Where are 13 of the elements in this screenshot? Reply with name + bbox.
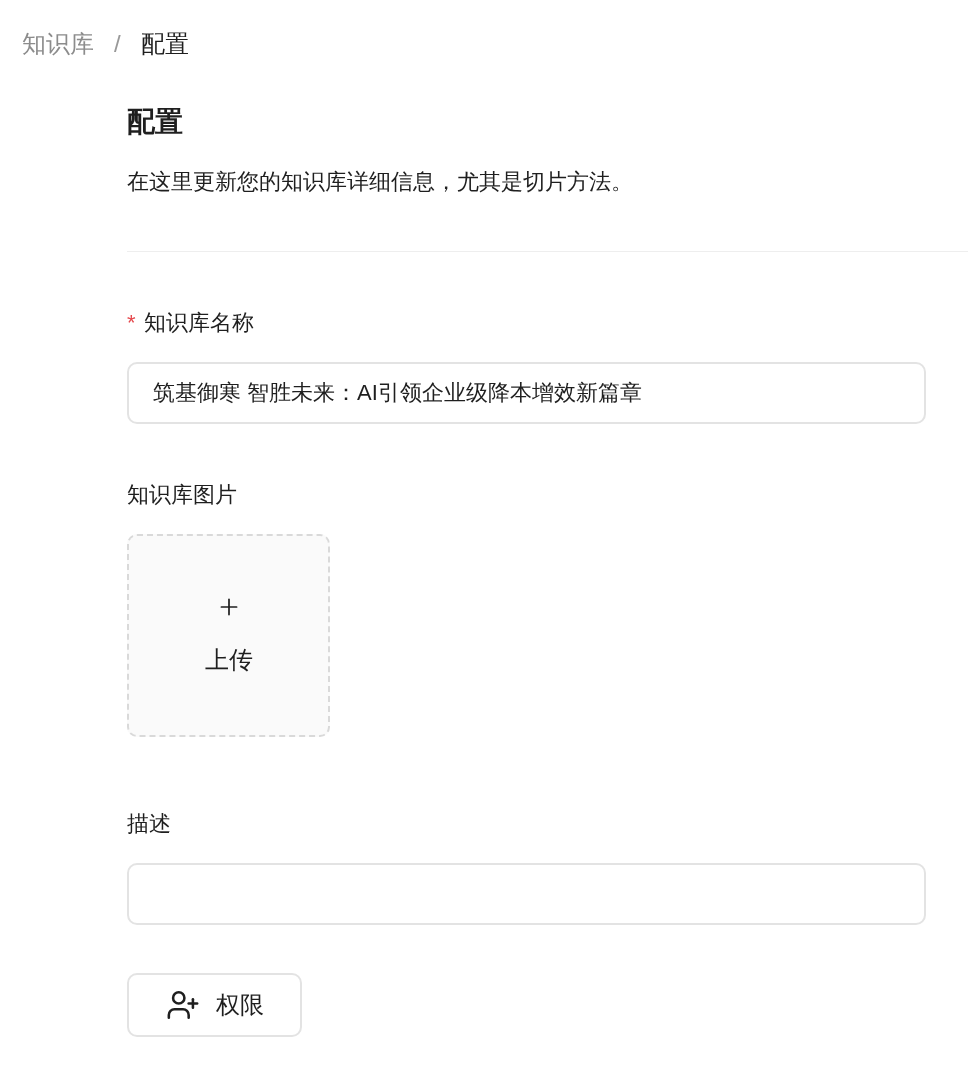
field-label: 知识库图片	[127, 480, 237, 509]
text-field[interactable]: 筑基御寒 智胜未来：AI引领企业级降本增效新篇章	[127, 362, 926, 424]
breadcrumb-separator: /	[114, 29, 121, 59]
page-description: 在这里更新您的知识库详细信息，尤其是切片方法。	[127, 168, 634, 196]
required-mark: *	[127, 308, 136, 337]
breadcrumb-item: 配置	[140, 29, 189, 59]
field-label: 描述	[127, 809, 171, 838]
text-field[interactable]	[127, 863, 926, 925]
user-plus-icon	[165, 988, 200, 1022]
field-label: 知识库名称	[143, 308, 254, 337]
page-title: 配置	[127, 105, 184, 139]
upload-button[interactable]: 上传	[127, 534, 330, 737]
permission-button[interactable]: 权限	[127, 973, 302, 1037]
